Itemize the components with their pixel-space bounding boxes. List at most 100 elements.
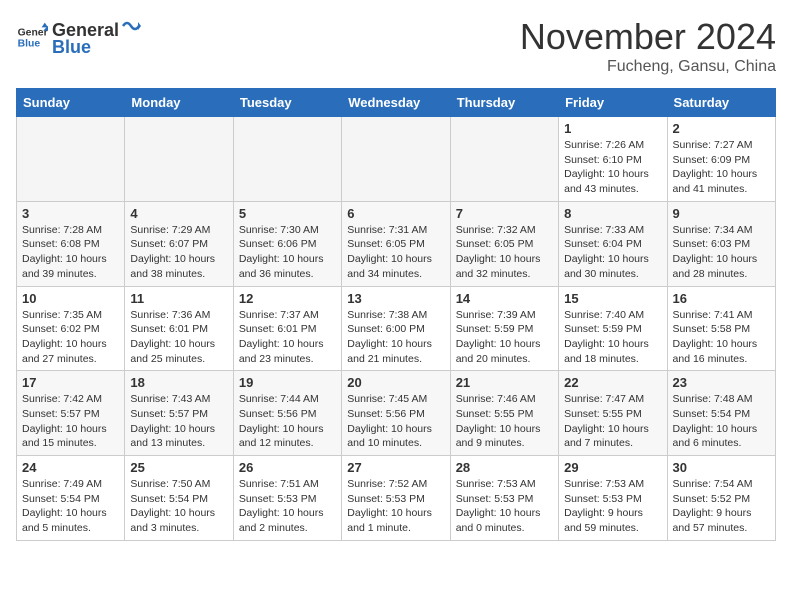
day-number: 29 xyxy=(564,460,661,475)
day-number: 13 xyxy=(347,291,444,306)
calendar-day: 17 Sunrise: 7:42 AM Sunset: 5:57 PM Dayli… xyxy=(17,371,125,456)
day-info: Sunrise: 7:42 AM Sunset: 5:57 PM Dayligh… xyxy=(22,392,119,451)
location-title: Fucheng, Gansu, China xyxy=(520,58,776,76)
calendar-day: 20 Sunrise: 7:45 AM Sunset: 5:56 PM Dayli… xyxy=(342,371,450,456)
calendar-day: 16 Sunrise: 7:41 AM Sunset: 5:58 PM Dayli… xyxy=(667,286,775,371)
day-number: 1 xyxy=(564,121,661,136)
day-number: 10 xyxy=(22,291,119,306)
day-info: Sunrise: 7:33 AM Sunset: 6:04 PM Dayligh… xyxy=(564,223,661,282)
logo: General Blue General Blue xyxy=(16,16,141,58)
calendar-day: 26Sunrise: 7:51 AM Sunset: 5:53 PM Dayli… xyxy=(233,456,341,541)
day-info: Sunrise: 7:32 AM Sunset: 6:05 PM Dayligh… xyxy=(456,223,553,282)
calendar-day: 7Sunrise: 7:32 AM Sunset: 6:05 PM Daylig… xyxy=(450,201,558,286)
day-info: Sunrise: 7:46 AM Sunset: 5:55 PM Dayligh… xyxy=(456,392,553,451)
calendar-day: 4 Sunrise: 7:29 AM Sunset: 6:07 PM Daylig… xyxy=(125,201,233,286)
day-number: 4 xyxy=(130,206,227,221)
calendar-day xyxy=(17,117,125,202)
calendar-day: 3Sunrise: 7:28 AM Sunset: 6:08 PM Daylig… xyxy=(17,201,125,286)
day-info: Sunrise: 7:31 AM Sunset: 6:05 PM Dayligh… xyxy=(347,223,444,282)
calendar-day xyxy=(125,117,233,202)
day-number: 17 xyxy=(22,375,119,390)
calendar-day: 6Sunrise: 7:31 AM Sunset: 6:05 PM Daylig… xyxy=(342,201,450,286)
calendar-day: 25 Sunrise: 7:50 AM Sunset: 5:54 PM Dayli… xyxy=(125,456,233,541)
day-number: 11 xyxy=(130,291,227,306)
calendar-day: 9 Sunrise: 7:34 AM Sunset: 6:03 PM Daylig… xyxy=(667,201,775,286)
svg-text:Blue: Blue xyxy=(18,39,41,50)
calendar-day: 22 Sunrise: 7:47 AM Sunset: 5:55 PM Dayli… xyxy=(559,371,667,456)
title-block: November 2024 Fucheng, Gansu, China xyxy=(520,16,776,76)
calendar-day: 10 Sunrise: 7:35 AM Sunset: 6:02 PM Dayli… xyxy=(17,286,125,371)
day-number: 12 xyxy=(239,291,336,306)
weekday-header-friday: Friday xyxy=(559,89,667,117)
day-number: 15 xyxy=(564,291,661,306)
day-info: Sunrise: 7:27 AM Sunset: 6:09 PM Dayligh… xyxy=(673,138,770,197)
calendar-day: 30 Sunrise: 7:54 AM Sunset: 5:52 PM Dayli… xyxy=(667,456,775,541)
day-number: 2 xyxy=(673,121,770,136)
day-info: Sunrise: 7:40 AM Sunset: 5:59 PM Dayligh… xyxy=(564,308,661,367)
page-header: General Blue General Blue November 2024 … xyxy=(16,16,776,76)
calendar-day xyxy=(233,117,341,202)
calendar-day: 23 Sunrise: 7:48 AM Sunset: 5:54 PM Dayli… xyxy=(667,371,775,456)
day-number: 16 xyxy=(673,291,770,306)
day-info: Sunrise: 7:53 AM Sunset: 5:53 PM Dayligh… xyxy=(564,477,661,536)
svg-text:General: General xyxy=(18,27,48,38)
day-number: 23 xyxy=(673,375,770,390)
day-info: Sunrise: 7:48 AM Sunset: 5:54 PM Dayligh… xyxy=(673,392,770,451)
day-number: 22 xyxy=(564,375,661,390)
logo-icon: General Blue xyxy=(16,21,48,53)
day-number: 19 xyxy=(239,375,336,390)
day-info: Sunrise: 7:39 AM Sunset: 5:59 PM Dayligh… xyxy=(456,308,553,367)
day-number: 27 xyxy=(347,460,444,475)
day-info: Sunrise: 7:54 AM Sunset: 5:52 PM Dayligh… xyxy=(673,477,770,536)
day-number: 9 xyxy=(673,206,770,221)
day-number: 20 xyxy=(347,375,444,390)
calendar-day xyxy=(342,117,450,202)
day-info: Sunrise: 7:41 AM Sunset: 5:58 PM Dayligh… xyxy=(673,308,770,367)
day-info: Sunrise: 7:47 AM Sunset: 5:55 PM Dayligh… xyxy=(564,392,661,451)
calendar-day: 8Sunrise: 7:33 AM Sunset: 6:04 PM Daylig… xyxy=(559,201,667,286)
day-number: 18 xyxy=(130,375,227,390)
day-info: Sunrise: 7:29 AM Sunset: 6:07 PM Dayligh… xyxy=(130,223,227,282)
weekday-header-wednesday: Wednesday xyxy=(342,89,450,117)
day-number: 30 xyxy=(673,460,770,475)
day-info: Sunrise: 7:36 AM Sunset: 6:01 PM Dayligh… xyxy=(130,308,227,367)
day-info: Sunrise: 7:28 AM Sunset: 6:08 PM Dayligh… xyxy=(22,223,119,282)
day-info: Sunrise: 7:26 AM Sunset: 6:10 PM Dayligh… xyxy=(564,138,661,197)
calendar-day: 28Sunrise: 7:53 AM Sunset: 5:53 PM Dayli… xyxy=(450,456,558,541)
week-row-5: 24Sunrise: 7:49 AM Sunset: 5:54 PM Dayli… xyxy=(17,456,776,541)
week-row-1: 1 Sunrise: 7:26 AM Sunset: 6:10 PM Daylig… xyxy=(17,117,776,202)
day-number: 5 xyxy=(239,206,336,221)
calendar-day: 12 Sunrise: 7:37 AM Sunset: 6:01 PM Dayli… xyxy=(233,286,341,371)
month-title: November 2024 xyxy=(520,16,776,58)
weekday-header-monday: Monday xyxy=(125,89,233,117)
day-info: Sunrise: 7:53 AM Sunset: 5:53 PM Dayligh… xyxy=(456,477,553,536)
weekday-header-tuesday: Tuesday xyxy=(233,89,341,117)
calendar-day: 13 Sunrise: 7:38 AM Sunset: 6:00 PM Dayli… xyxy=(342,286,450,371)
day-info: Sunrise: 7:35 AM Sunset: 6:02 PM Dayligh… xyxy=(22,308,119,367)
day-info: Sunrise: 7:51 AM Sunset: 5:53 PM Dayligh… xyxy=(239,477,336,536)
day-info: Sunrise: 7:38 AM Sunset: 6:00 PM Dayligh… xyxy=(347,308,444,367)
calendar-day: 1 Sunrise: 7:26 AM Sunset: 6:10 PM Daylig… xyxy=(559,117,667,202)
day-info: Sunrise: 7:37 AM Sunset: 6:01 PM Dayligh… xyxy=(239,308,336,367)
week-row-3: 10 Sunrise: 7:35 AM Sunset: 6:02 PM Dayli… xyxy=(17,286,776,371)
calendar-day: 5Sunrise: 7:30 AM Sunset: 6:06 PM Daylig… xyxy=(233,201,341,286)
day-number: 21 xyxy=(456,375,553,390)
week-row-2: 3Sunrise: 7:28 AM Sunset: 6:08 PM Daylig… xyxy=(17,201,776,286)
calendar-day: 24Sunrise: 7:49 AM Sunset: 5:54 PM Dayli… xyxy=(17,456,125,541)
day-info: Sunrise: 7:34 AM Sunset: 6:03 PM Dayligh… xyxy=(673,223,770,282)
calendar-day: 18 Sunrise: 7:43 AM Sunset: 5:57 PM Dayli… xyxy=(125,371,233,456)
calendar-day: 29 Sunrise: 7:53 AM Sunset: 5:53 PM Dayli… xyxy=(559,456,667,541)
day-number: 14 xyxy=(456,291,553,306)
weekday-header-thursday: Thursday xyxy=(450,89,558,117)
logo-wave-icon xyxy=(121,16,141,36)
calendar-day: 19Sunrise: 7:44 AM Sunset: 5:56 PM Dayli… xyxy=(233,371,341,456)
day-info: Sunrise: 7:43 AM Sunset: 5:57 PM Dayligh… xyxy=(130,392,227,451)
calendar-day: 14 Sunrise: 7:39 AM Sunset: 5:59 PM Dayli… xyxy=(450,286,558,371)
day-info: Sunrise: 7:52 AM Sunset: 5:53 PM Dayligh… xyxy=(347,477,444,536)
day-number: 25 xyxy=(130,460,227,475)
day-info: Sunrise: 7:50 AM Sunset: 5:54 PM Dayligh… xyxy=(130,477,227,536)
calendar-table: SundayMondayTuesdayWednesdayThursdayFrid… xyxy=(16,88,776,541)
calendar-day: 27 Sunrise: 7:52 AM Sunset: 5:53 PM Dayli… xyxy=(342,456,450,541)
calendar-day: 11 Sunrise: 7:36 AM Sunset: 6:01 PM Dayli… xyxy=(125,286,233,371)
day-info: Sunrise: 7:45 AM Sunset: 5:56 PM Dayligh… xyxy=(347,392,444,451)
